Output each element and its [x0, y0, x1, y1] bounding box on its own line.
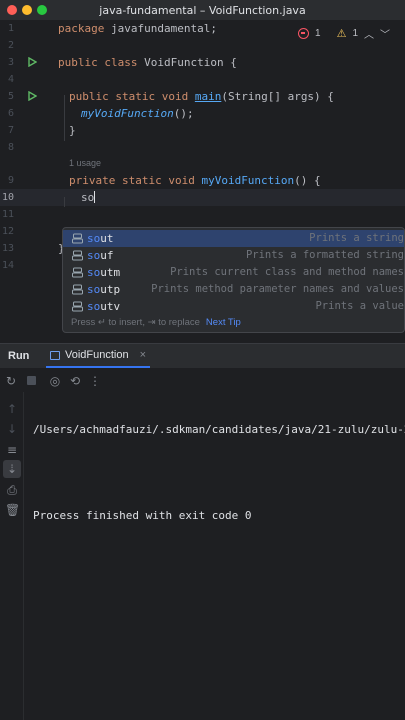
- completion-name: soutm: [87, 266, 121, 279]
- line-number: 11: [1, 209, 14, 220]
- close-tab-icon[interactable]: ×: [140, 349, 146, 361]
- run-class-icon[interactable]: [27, 57, 37, 67]
- completion-description: Prints a string: [309, 232, 404, 244]
- live-template-icon: [72, 250, 83, 261]
- console-output[interactable]: /Users/achmadfauzi/.sdkman/candidates/ja…: [33, 395, 405, 537]
- completion-name: soutv: [87, 300, 121, 313]
- console-icon: [50, 350, 60, 360]
- run-tool-window-header: Run VoidFunction ×: [0, 344, 405, 368]
- camera-icon[interactable]: ◎: [48, 374, 62, 388]
- keyword: package: [58, 22, 105, 35]
- live-template-icon: [72, 233, 83, 244]
- live-template-icon: [72, 301, 83, 312]
- live-template-icon: [72, 267, 83, 278]
- tab-voidfunction[interactable]: VoidFunction ×: [46, 344, 151, 368]
- tab-label: VoidFunction: [65, 349, 129, 361]
- console-line: /Users/achmadfauzi/.sdkman/candidates/ja…: [33, 423, 405, 436]
- scroll-to-end-icon[interactable]: ⇣: [3, 460, 21, 478]
- line-number: 2: [7, 40, 14, 51]
- line-number: 4: [7, 74, 14, 85]
- restore-layout-icon[interactable]: ⟲: [68, 374, 82, 388]
- trash-icon[interactable]: 🗑: [5, 503, 20, 517]
- line-number: 3: [7, 57, 14, 68]
- line-number: 10: [1, 192, 14, 203]
- line-number: 7: [7, 125, 14, 136]
- completion-popup[interactable]: sout Prints a string souf Prints a forma…: [62, 227, 405, 333]
- run-toolbar: ↻ ◎ ⟲ ⋮: [0, 370, 405, 392]
- completion-footer: Press ↵ to insert, ⇥ to replace Next Tip: [71, 317, 241, 328]
- line-number: 12: [1, 226, 14, 237]
- line-number: 6: [7, 108, 14, 119]
- code-line-7[interactable]: }: [69, 122, 76, 139]
- line-number: 13: [1, 243, 14, 254]
- title-bar: java-fundamental – VoidFunction.java: [0, 0, 405, 20]
- line-number: 14: [1, 260, 14, 271]
- completion-hint: Press ↵ to insert, ⇥ to replace: [71, 317, 200, 328]
- minimize-window-button[interactable]: [22, 5, 32, 15]
- arrow-down-icon[interactable]: ↓: [5, 422, 19, 436]
- run-panel-title: Run: [8, 350, 30, 362]
- code-line-9[interactable]: private static void myVoidFunction() {: [69, 172, 321, 189]
- code-line-3[interactable]: public class VoidFunction {: [58, 54, 237, 71]
- zoom-window-button[interactable]: [37, 5, 47, 15]
- keyword: public static void: [69, 90, 195, 103]
- close-window-button[interactable]: [7, 5, 17, 15]
- print-icon[interactable]: ⎙: [5, 483, 19, 497]
- more-options-icon[interactable]: ⋮: [88, 374, 102, 388]
- method-name: myVoidFunction: [201, 174, 295, 187]
- code-line-10[interactable]: so: [81, 189, 96, 206]
- completion-item[interactable]: soutp Prints method parameter names and …: [63, 281, 404, 298]
- completion-item[interactable]: soutm Prints current class and method na…: [63, 264, 404, 281]
- code-line-6[interactable]: myVoidFunction();: [81, 105, 194, 122]
- line-number: 9: [7, 175, 14, 186]
- line-number: 8: [7, 142, 14, 153]
- code-editor[interactable]: 1 ⚠ 1 ︿ ﹀ 1 package javafundamental; 2 3…: [0, 20, 405, 342]
- completion-name: souf: [87, 249, 114, 262]
- stop-icon[interactable]: [24, 374, 38, 388]
- keyword: public class: [58, 56, 138, 69]
- next-tip-link[interactable]: Next Tip: [206, 317, 241, 328]
- code-text: (String[] args) {: [221, 90, 334, 103]
- window-title: java-fundamental – VoidFunction.java: [99, 3, 306, 17]
- line-number: 1: [7, 23, 14, 34]
- code-line-1[interactable]: package javafundamental;: [58, 20, 217, 37]
- completion-description: Prints a value: [315, 300, 404, 312]
- completion-description: Prints method parameter names and values: [151, 283, 404, 295]
- usage-hint[interactable]: 1 usage: [69, 158, 101, 168]
- console-line: Process finished with exit code 0: [33, 509, 252, 522]
- run-main-icon[interactable]: [27, 91, 37, 101]
- method-name: main: [194, 90, 222, 103]
- code-text: () {: [294, 174, 321, 187]
- keyword: private static void: [69, 174, 202, 187]
- arrow-up-icon[interactable]: ↑: [5, 402, 19, 416]
- text-caret: [94, 191, 96, 203]
- completion-item[interactable]: soutv Prints a value: [63, 298, 404, 315]
- typed-text: so: [81, 191, 95, 204]
- soft-wrap-icon[interactable]: ≡: [5, 443, 19, 457]
- completion-item[interactable]: sout Prints a string: [63, 230, 404, 247]
- live-template-icon: [72, 284, 83, 295]
- console-side-toolbar: ↑ ↓ ≡ ⇣ ⎙ 🗑: [0, 392, 24, 720]
- completion-description: Prints current class and method names: [170, 266, 404, 278]
- completion-name: soutp: [87, 283, 121, 296]
- completion-item[interactable]: souf Prints a formatted string: [63, 247, 404, 264]
- code-text: VoidFunction {: [137, 56, 237, 69]
- method-call: myVoidFunction: [81, 107, 174, 120]
- completion-name: sout: [87, 232, 114, 245]
- completion-description: Prints a formatted string: [245, 249, 404, 261]
- rerun-icon[interactable]: ↻: [4, 374, 18, 388]
- code-text: ();: [173, 107, 194, 120]
- code-text: javafundamental;: [104, 22, 217, 35]
- code-line-5[interactable]: public static void main(String[] args) {: [69, 88, 334, 105]
- line-number: 5: [7, 91, 14, 102]
